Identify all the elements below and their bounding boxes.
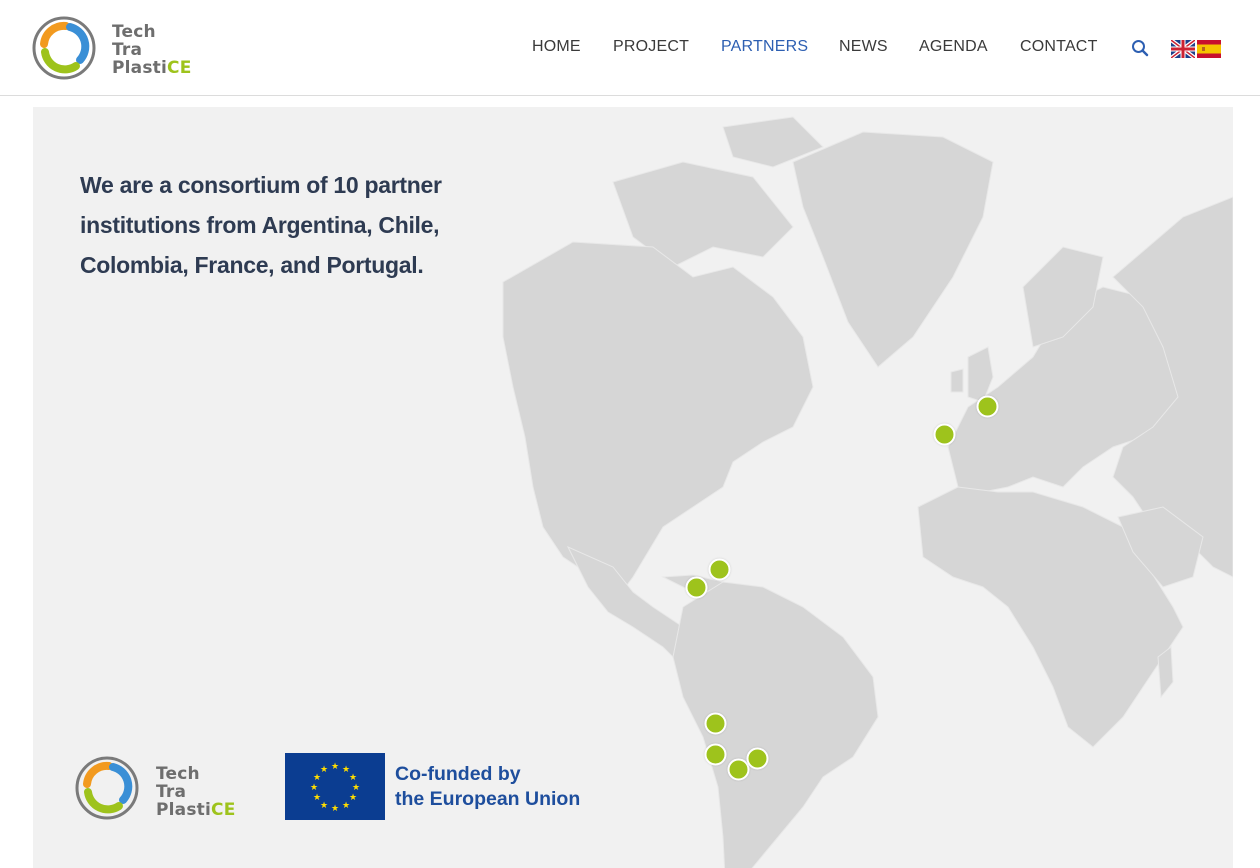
footer-logo-line-3: PlastiCE (156, 801, 236, 819)
footer-project-logo: Tech Tra PlastiCE (73, 752, 253, 822)
partner-marker-colombia-2[interactable] (685, 576, 708, 599)
nav-item-news[interactable]: NEWS (839, 38, 888, 56)
logo-emblem-icon (32, 16, 96, 80)
logo-line-3b: CE (167, 58, 192, 78)
eu-cofunded-label: Co-funded by the European Union (395, 762, 580, 812)
eu-flag-icon: ★ ★ ★ ★ ★ ★ ★ ★ ★ ★ ★ ★ (285, 753, 385, 820)
partner-marker-argentina-2[interactable] (746, 747, 769, 770)
footer-logo-line-3b: CE (211, 800, 236, 820)
partner-marker-colombia-1[interactable] (708, 558, 731, 581)
logo-line-1: Tech (112, 22, 156, 42)
logo-line-2: Tra (112, 40, 143, 60)
svg-text:★: ★ (349, 793, 357, 803)
footer-logo-wordmark: Tech Tra PlastiCE (156, 765, 236, 819)
partners-hero: We are a consortium of 10 partner instit… (33, 107, 1233, 868)
footer-logo-line-2: Tra (156, 782, 187, 802)
svg-text:★: ★ (352, 783, 360, 793)
greenland-shape (792, 131, 994, 368)
nav-item-home[interactable]: HOME (532, 38, 581, 56)
nav-item-project[interactable]: PROJECT (613, 38, 689, 56)
partner-marker-chile-1[interactable] (704, 712, 727, 735)
consortium-headline: We are a consortium of 10 partner instit… (80, 172, 442, 278)
svg-text:★: ★ (331, 762, 339, 772)
logo-line-3: PlastiCE (112, 59, 192, 77)
eu-stars-icon: ★ ★★ ★★★ ★★★ ★★★ (310, 762, 360, 814)
partner-marker-france[interactable] (976, 395, 999, 418)
nav-item-agenda[interactable]: AGENDA (919, 38, 988, 56)
svg-text:★: ★ (320, 801, 328, 811)
nav-item-contact[interactable]: CONTACT (1020, 38, 1098, 56)
footer-logo-line-1: Tech (156, 764, 200, 784)
eu-line-2: the European Union (395, 788, 581, 810)
svg-text:★: ★ (320, 765, 328, 775)
svg-text:★: ★ (342, 801, 350, 811)
site-header: Tech Tra PlastiCE HOME PROJECT PARTNERS … (0, 0, 1260, 96)
partner-marker-portugal[interactable] (933, 423, 956, 446)
spain-flag-icon[interactable] (1197, 40, 1221, 58)
svg-text:★: ★ (313, 793, 321, 803)
eu-line-1: Co-funded by (395, 763, 521, 785)
logo-emblem-icon (75, 756, 139, 820)
partner-marker-chile-2[interactable] (704, 743, 727, 766)
uk-flag-icon[interactable] (1171, 40, 1195, 58)
nav-item-partners[interactable]: PARTNERS (721, 38, 808, 56)
search-icon[interactable] (1130, 38, 1152, 60)
logo-wordmark: Tech Tra PlastiCE (112, 23, 192, 77)
logo-line-3a: Plasti (112, 58, 168, 78)
north-america-shape (502, 241, 814, 598)
svg-text:★: ★ (331, 804, 339, 814)
svg-text:★: ★ (349, 773, 357, 783)
svg-text:★: ★ (310, 783, 318, 793)
site-logo[interactable]: Tech Tra PlastiCE (30, 14, 210, 84)
footer-logo-line-3a: Plasti (156, 800, 212, 820)
